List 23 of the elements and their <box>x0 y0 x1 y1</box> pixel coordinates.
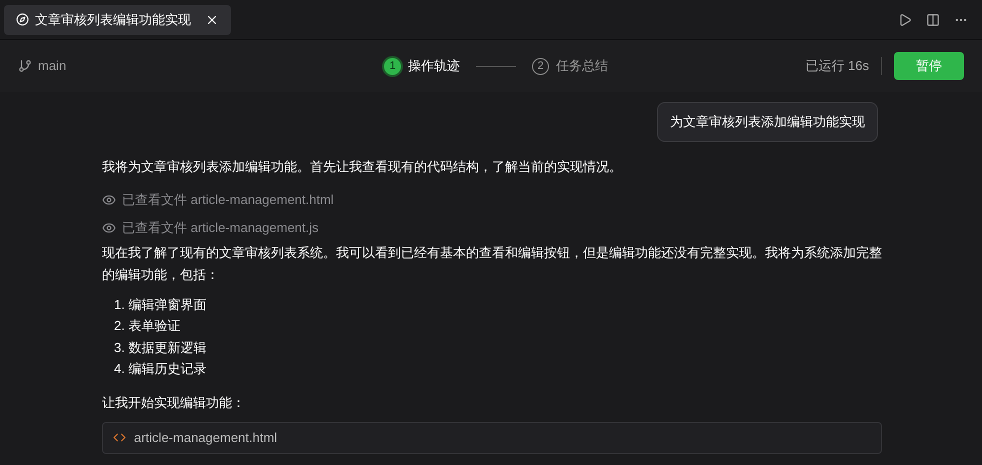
list-item: 2. 表单验证 <box>114 317 182 335</box>
assistant-text: 我将为文章审核列表添加编辑功能。首先让我查看现有的代码结构，了解当前的实现情况。 <box>102 158 623 176</box>
assistant-text: 现在我了解了现有的文章审核列表系统。我可以看到已经有基本的查看和编辑按钮，但是编辑功能还没有完整实现。我将为系统添加完整的编辑功能，包括： <box>102 244 882 284</box>
file-card[interactable]: article-management.html <box>102 422 882 454</box>
code-icon <box>113 431 126 444</box>
branch-icon <box>18 59 32 73</box>
split-view-icon[interactable] <box>926 12 940 26</box>
assistant-text: 让我开始实现编辑功能： <box>102 394 246 412</box>
step-tab[interactable]: 1 操作轨迹 <box>384 56 460 76</box>
viewed-file-text: 已查看文件 article-management.js <box>122 218 319 237</box>
step-tab[interactable]: 2 任务总结 <box>532 56 608 76</box>
list-item: 4. 编辑历史记录 <box>114 360 208 378</box>
viewed-file-text: 已查看文件 article-management.html <box>122 190 334 209</box>
eye-icon <box>102 192 116 206</box>
play-icon[interactable] <box>898 12 912 26</box>
eye-icon <box>102 220 116 234</box>
branch-name: main <box>38 57 66 76</box>
compass-icon <box>16 13 29 26</box>
user-message: 为文章审核列表添加编辑功能实现 <box>657 102 878 142</box>
tab[interactable]: 文章审核列表编辑功能实现 <box>4 4 231 34</box>
elapsed-time: 已运行 16s <box>805 57 869 76</box>
list-item: 1. 编辑弹窗界面 <box>114 296 208 314</box>
list-item: 3. 数据更新逻辑 <box>114 338 208 356</box>
